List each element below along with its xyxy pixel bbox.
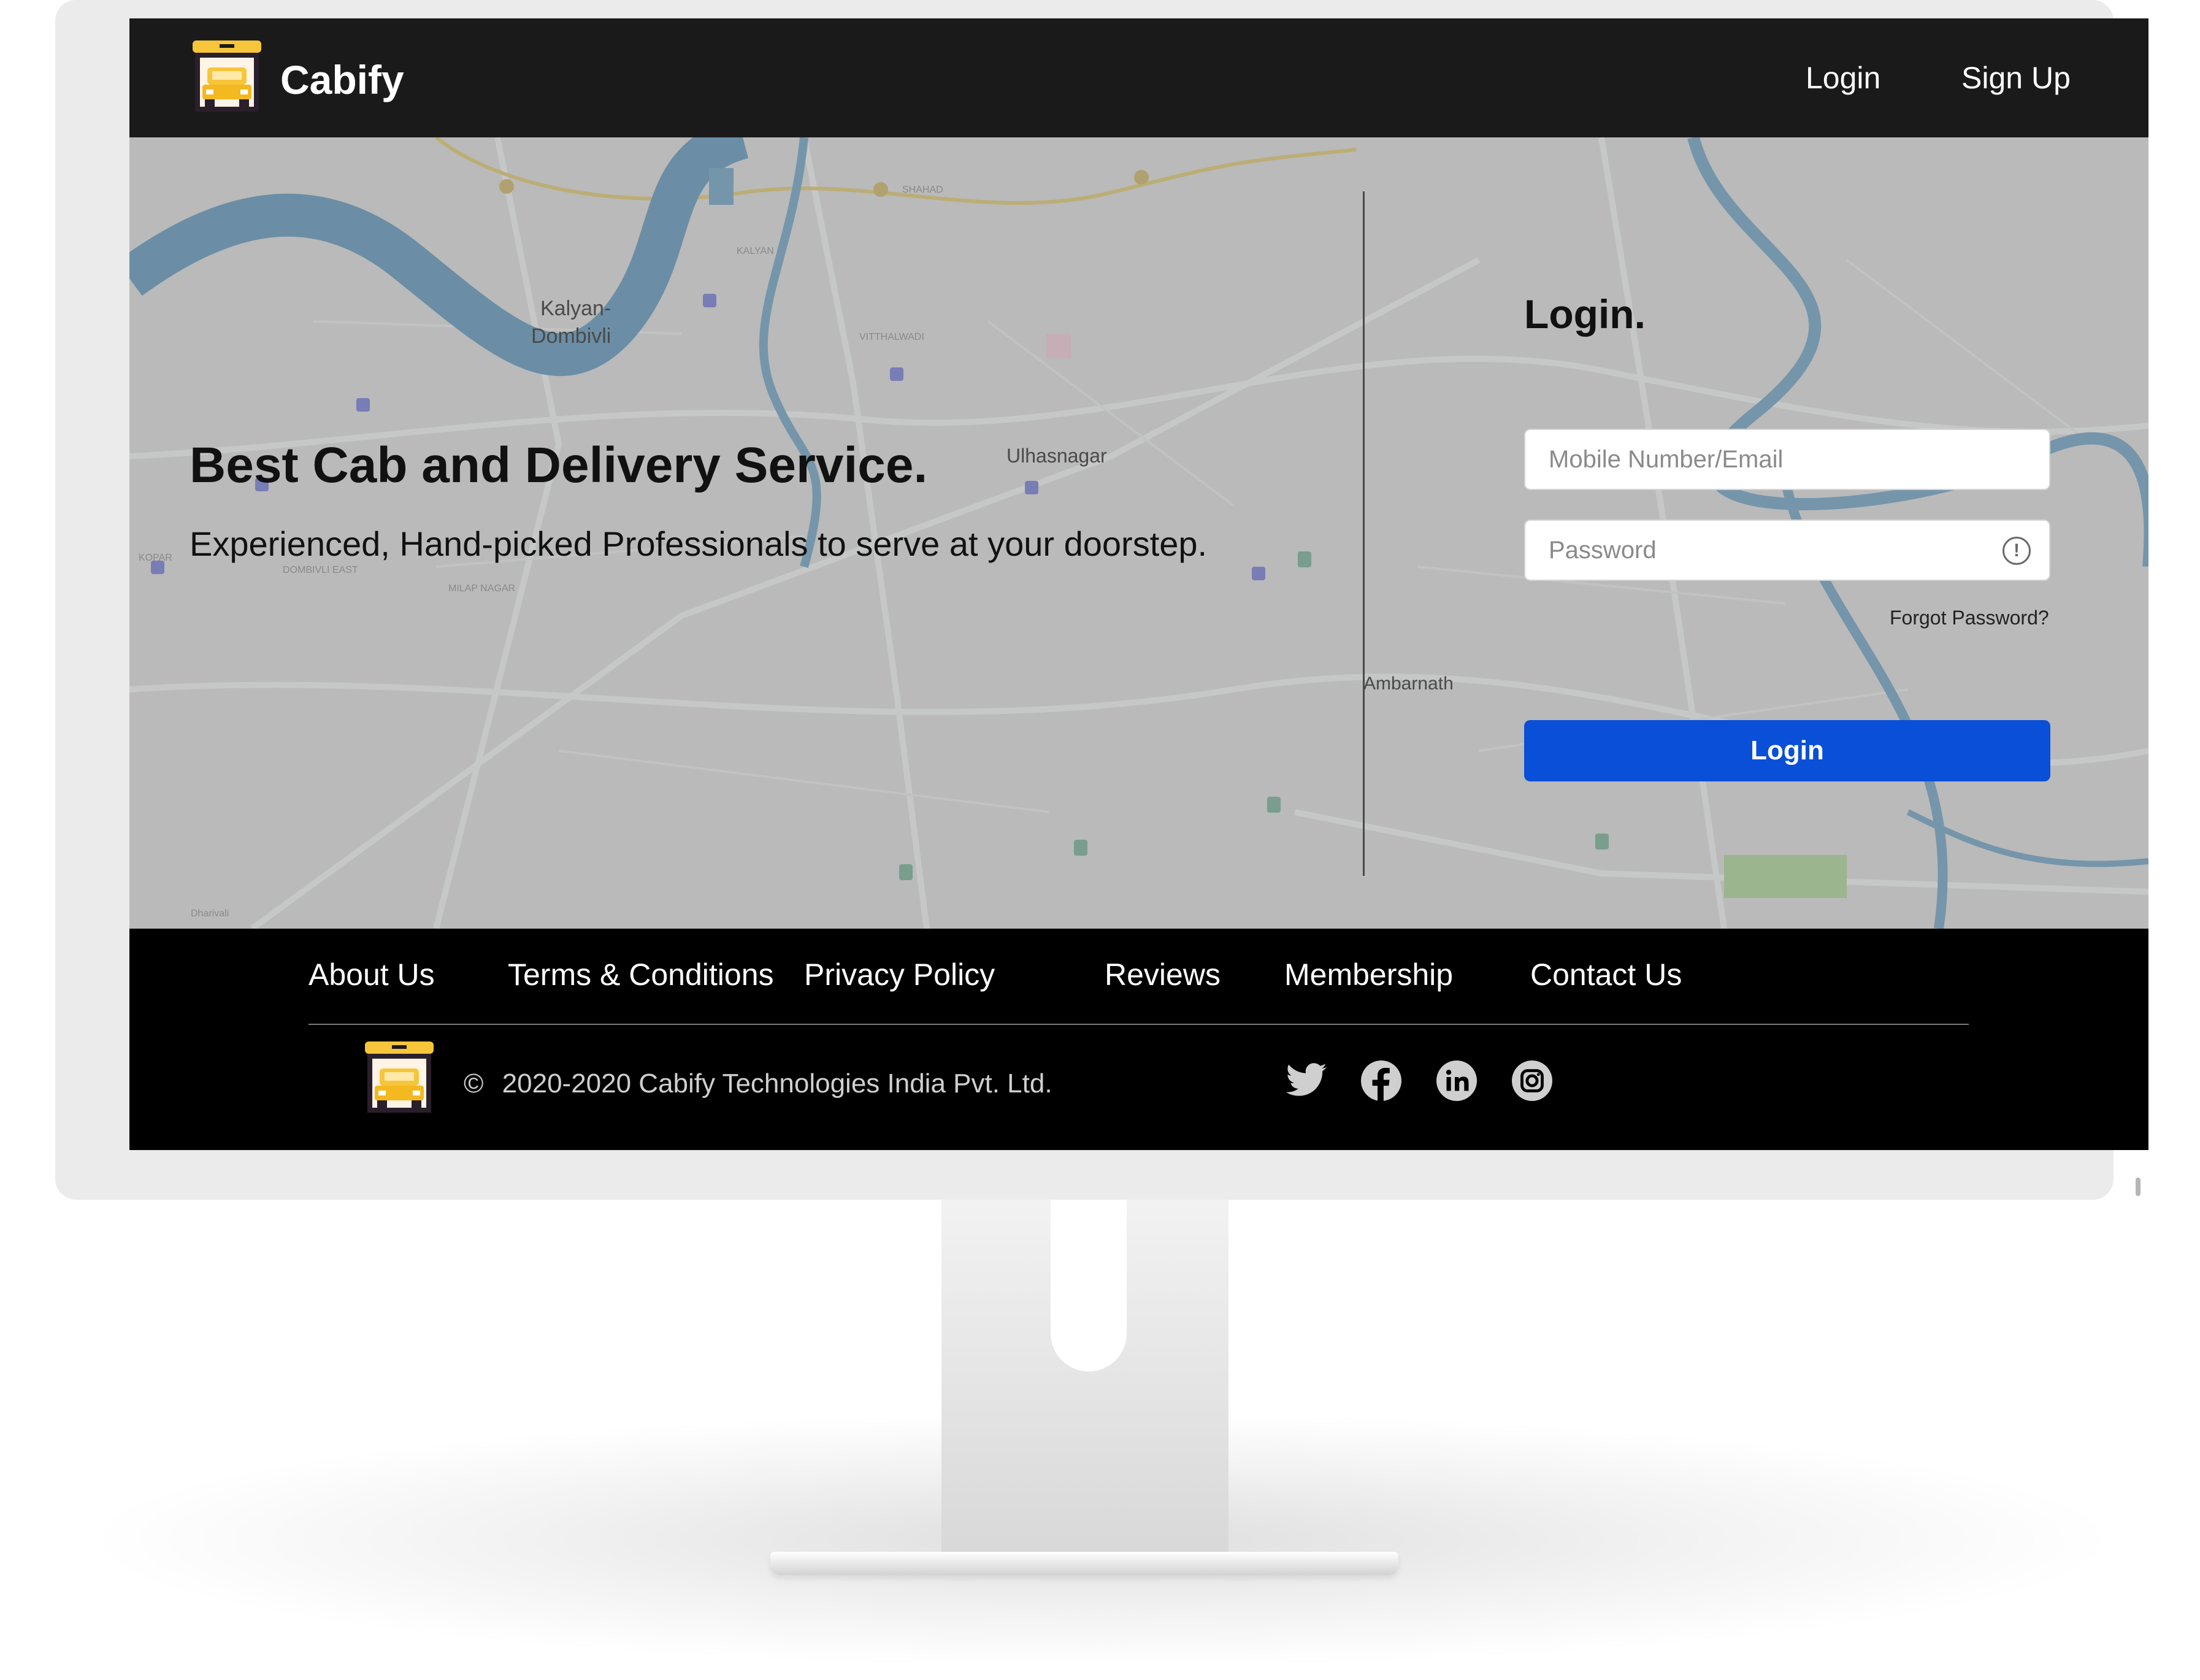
copyright-text: © 2020-2020 Cabify Technologies India Pv… bbox=[464, 1068, 1052, 1099]
map-label: VITTHALWADI bbox=[859, 332, 924, 342]
nav-signup-link[interactable]: Sign Up bbox=[1961, 60, 2071, 96]
login-button[interactable]: Login bbox=[1524, 720, 2050, 781]
taxi-icon[interactable] bbox=[188, 38, 266, 117]
top-navbar: Cabify Login Sign Up bbox=[129, 18, 2148, 137]
map-label: Dharivali bbox=[191, 908, 229, 919]
copyright-symbol: © bbox=[464, 1068, 484, 1099]
map-label: SHAHAD bbox=[902, 185, 943, 195]
power-indicator bbox=[2136, 1178, 2141, 1196]
footer-link-privacy[interactable]: Privacy Policy bbox=[804, 957, 995, 992]
copyright-label: 2020-2020 Cabify Technologies India Pvt.… bbox=[502, 1068, 1052, 1099]
password-field[interactable]: ! bbox=[1524, 520, 2050, 581]
hero-subtitle: Experienced, Hand-picked Professionals t… bbox=[190, 524, 1208, 563]
footer-link-reviews[interactable]: Reviews bbox=[1105, 957, 1221, 992]
login-title: Login. bbox=[1524, 291, 1646, 337]
map-label: Ambarnath bbox=[1363, 673, 1454, 694]
password-input[interactable] bbox=[1549, 521, 2003, 580]
linkedin-icon[interactable] bbox=[1435, 1059, 1479, 1103]
monitor-stand-base bbox=[770, 1552, 1398, 1575]
map-label: KALYAN bbox=[737, 246, 774, 256]
info-icon[interactable]: ! bbox=[2003, 537, 2031, 565]
footer-divider bbox=[309, 1024, 1969, 1025]
footer: About Us Terms & Conditions Privacy Poli… bbox=[129, 929, 2148, 1150]
map-label: KOPAR bbox=[139, 553, 172, 563]
instagram-icon[interactable] bbox=[1510, 1059, 1554, 1103]
twitter-icon[interactable] bbox=[1284, 1059, 1328, 1103]
footer-link-about[interactable]: About Us bbox=[309, 957, 435, 992]
taxi-icon bbox=[365, 1041, 434, 1113]
map-label: Dombivli bbox=[531, 324, 611, 348]
footer-link-contact[interactable]: Contact Us bbox=[1530, 957, 1682, 992]
email-input[interactable] bbox=[1549, 430, 2003, 489]
facebook-icon[interactable] bbox=[1359, 1059, 1403, 1103]
browser-screen: Cabify Login Sign Up Kalyan- Dombivli Ul… bbox=[129, 18, 2148, 1150]
map-label: DOMBIVLI EAST bbox=[283, 565, 358, 575]
hero-title: Best Cab and Delivery Service. bbox=[190, 437, 928, 493]
nav-login-link[interactable]: Login bbox=[1806, 60, 1880, 96]
forgot-password-link[interactable]: Forgot Password? bbox=[1890, 607, 2049, 629]
footer-link-membership[interactable]: Membership bbox=[1284, 957, 1453, 992]
map-label: Kalyan- bbox=[540, 297, 611, 320]
monitor-stand-cutout bbox=[1051, 1200, 1127, 1371]
vertical-divider bbox=[1363, 191, 1365, 876]
map-label: Ulhasnagar bbox=[1006, 445, 1107, 467]
hero-section: Kalyan- Dombivli Ulhasnagar Ambarnath KA… bbox=[129, 137, 2148, 929]
map-label: MILAP NAGAR bbox=[448, 583, 515, 594]
monitor-frame: Cabify Login Sign Up Kalyan- Dombivli Ul… bbox=[55, 0, 2148, 1200]
footer-link-terms[interactable]: Terms & Conditions bbox=[508, 957, 774, 992]
email-field[interactable] bbox=[1524, 429, 2050, 490]
brand-name[interactable]: Cabify bbox=[280, 56, 404, 103]
